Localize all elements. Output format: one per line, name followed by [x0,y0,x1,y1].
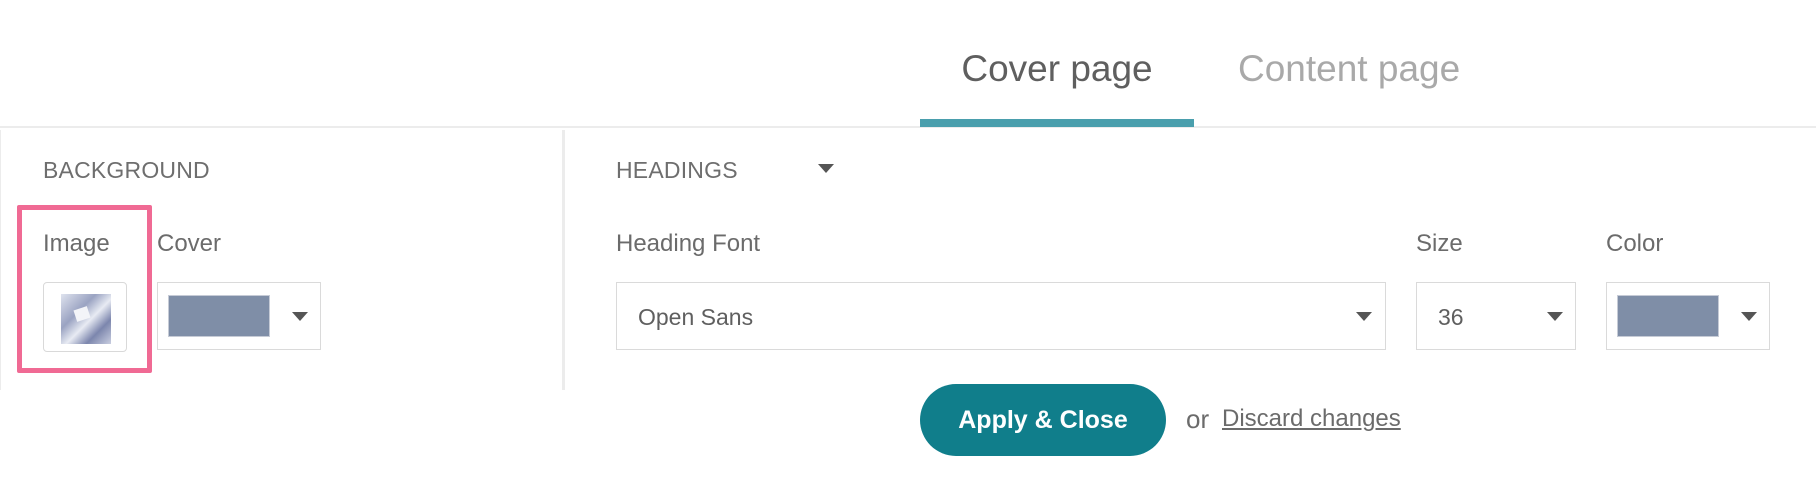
apply-close-button[interactable]: Apply & Close [920,384,1166,456]
chevron-down-icon [292,312,308,321]
heading-color-dropdown[interactable] [1606,282,1770,350]
heading-font-select[interactable]: Open Sans [616,282,1386,350]
or-text: or [1186,404,1210,434]
chevron-down-icon [1547,312,1563,321]
cover-color-dropdown[interactable] [157,282,321,350]
headings-section-title[interactable]: HEADINGS [616,157,738,184]
tab-content-page[interactable]: Content page [1238,48,1460,90]
heading-color-swatch [1617,295,1719,337]
cover-color-swatch [168,295,270,337]
chevron-down-icon [1741,312,1757,321]
heading-font-label: Heading Font [616,230,761,257]
tab-cover-page[interactable]: Cover page [920,48,1194,128]
theme-editor: Cover page Content page BACKGROUND Image… [0,0,1816,490]
image-thumbnail [61,294,111,344]
heading-size-select[interactable]: 36 [1416,282,1576,350]
heading-font-value: Open Sans [638,304,754,330]
background-image-picker[interactable] [43,282,127,352]
cover-label: Cover [157,230,222,257]
background-section-title: BACKGROUND [43,157,210,183]
discard-changes-link[interactable]: Discard changes [1222,405,1401,433]
tab-bar: Cover page Content page [0,0,1816,128]
heading-size-value: 36 [1438,304,1464,330]
active-tab-indicator [920,119,1194,127]
chevron-down-icon[interactable] [818,164,834,173]
background-panel: BACKGROUND Image Cover [0,130,565,390]
color-label: Color [1606,230,1664,257]
size-label: Size [1416,230,1463,257]
chevron-down-icon [1356,312,1372,321]
